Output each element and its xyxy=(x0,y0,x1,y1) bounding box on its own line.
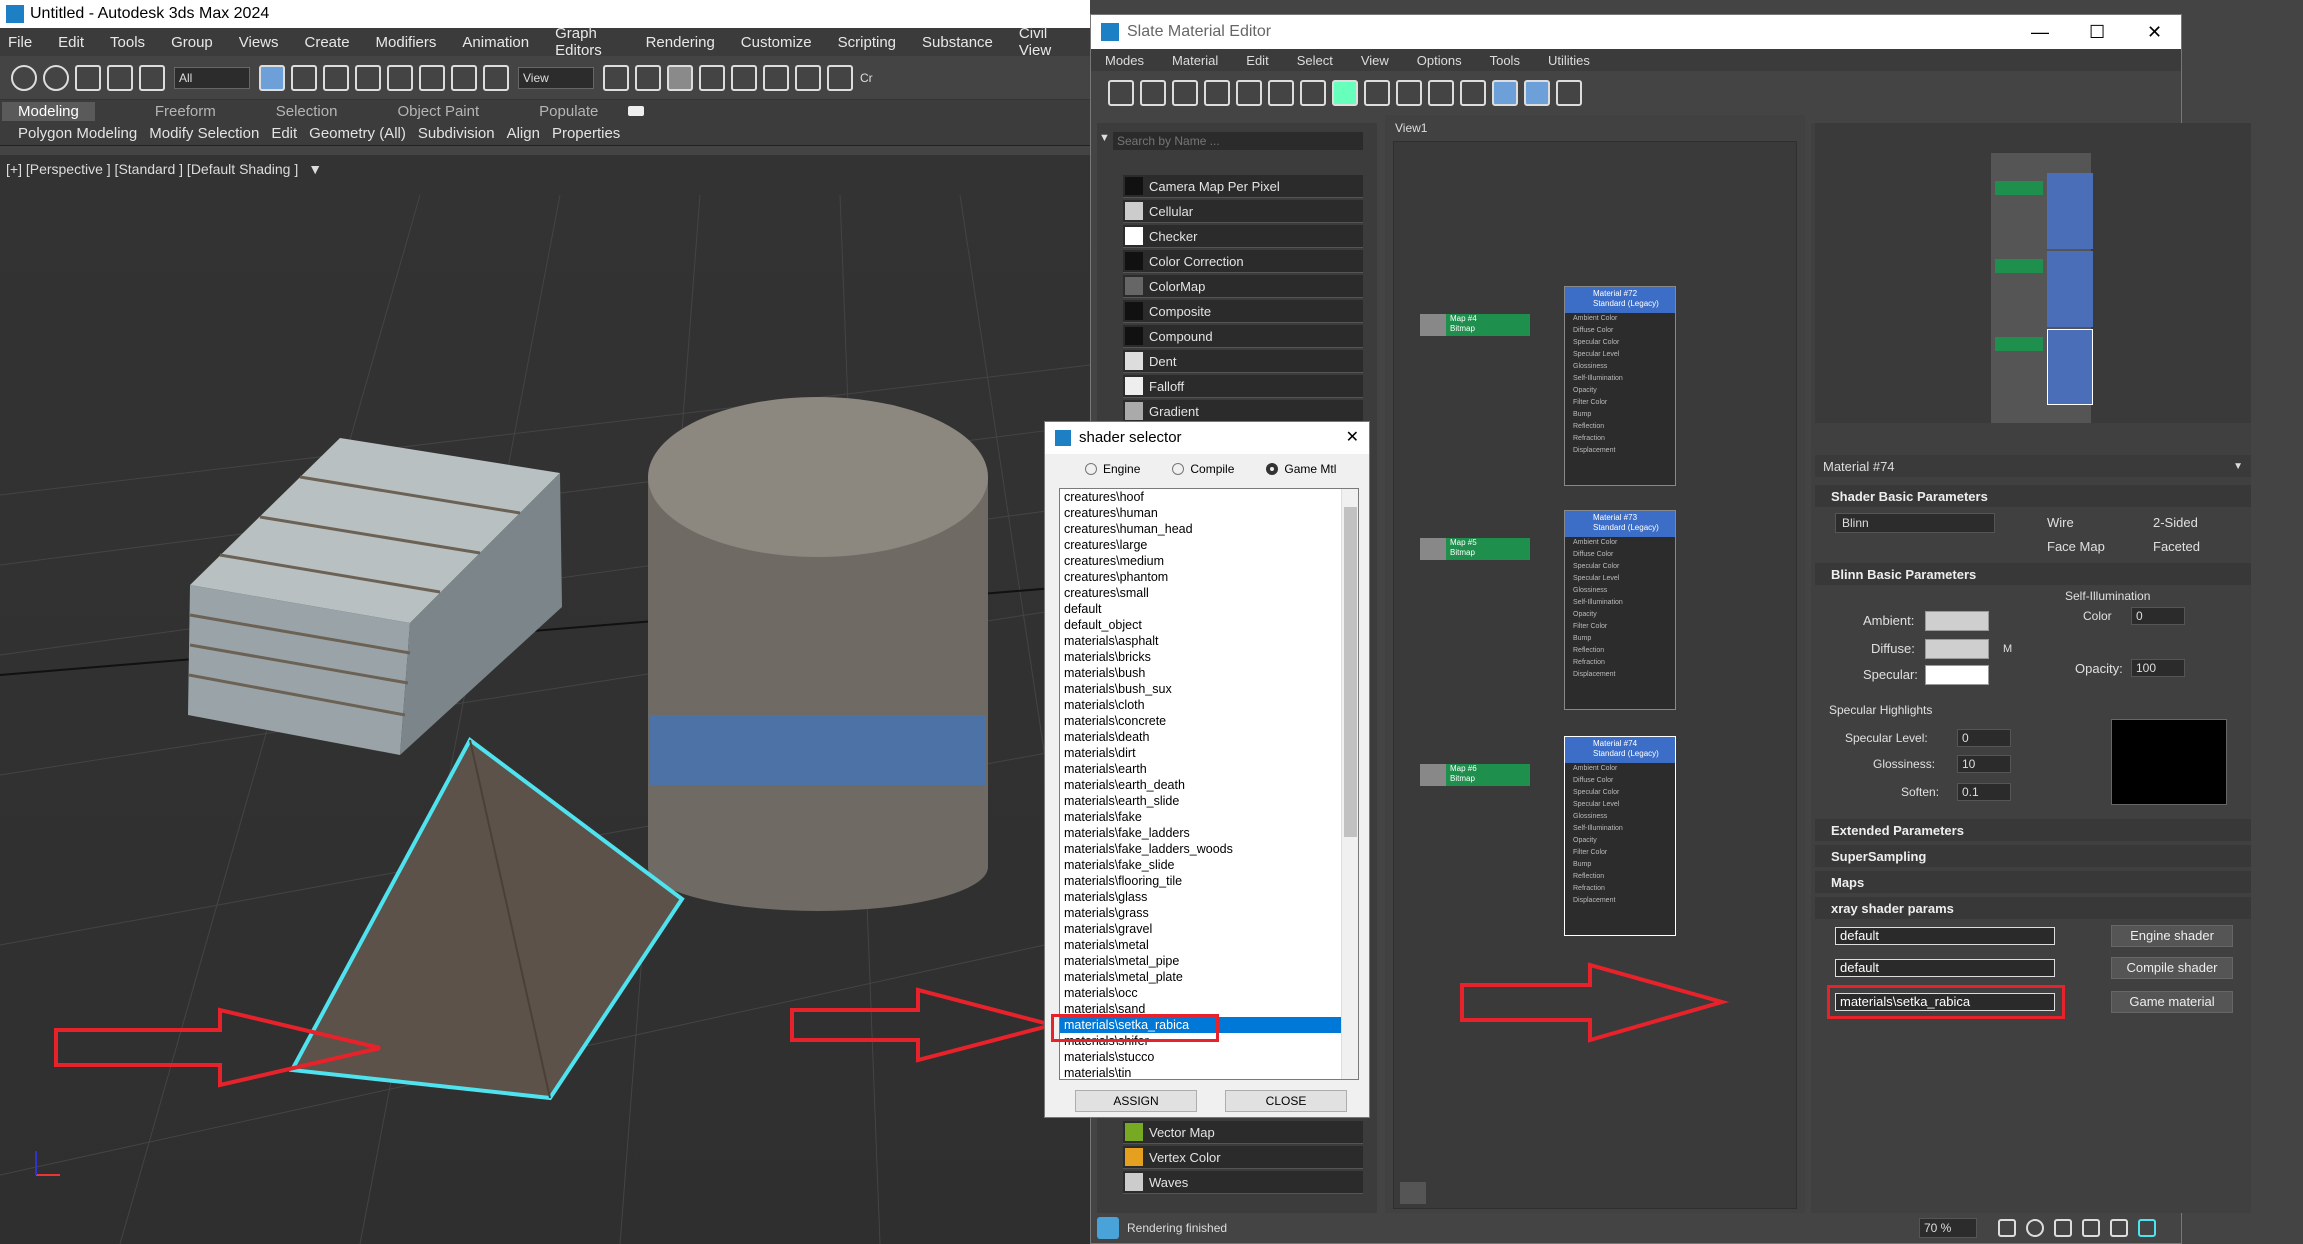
list-item[interactable]: materials\death xyxy=(1060,729,1358,745)
list-item[interactable]: materials\metal_pipe xyxy=(1060,953,1358,969)
list-item[interactable]: materials\tin xyxy=(1060,1065,1358,1079)
list-item[interactable]: default xyxy=(1060,601,1358,617)
radio-game-mtl[interactable] xyxy=(1266,463,1279,475)
list-item[interactable]: materials\earth_slide xyxy=(1060,793,1358,809)
list-item[interactable]: materials\earth_death xyxy=(1060,777,1358,793)
list-item[interactable]: materials\glass xyxy=(1060,889,1358,905)
annotation-arrow xyxy=(790,987,1060,1063)
selection-highlight-box xyxy=(1051,1014,1219,1042)
list-item[interactable]: materials\bush xyxy=(1060,665,1358,681)
dialog-titlebar: shader selector ✕ xyxy=(1045,422,1369,454)
list-scrollbar[interactable] xyxy=(1341,489,1358,1079)
list-item[interactable]: materials\fake xyxy=(1060,809,1358,825)
list-item[interactable]: materials\asphalt xyxy=(1060,633,1358,649)
radio-compile[interactable] xyxy=(1172,463,1185,475)
annotation-arrow xyxy=(1460,962,1730,1043)
dialog-app-icon xyxy=(1055,430,1071,446)
list-item[interactable]: materials\fake_ladders xyxy=(1060,825,1358,841)
list-item[interactable]: creatures\medium xyxy=(1060,553,1358,569)
list-item[interactable]: materials\bricks xyxy=(1060,649,1358,665)
list-item[interactable]: materials\earth xyxy=(1060,761,1358,777)
list-item[interactable]: materials\dirt xyxy=(1060,745,1358,761)
list-item[interactable]: materials\fake_slide xyxy=(1060,857,1358,873)
assign-button[interactable]: ASSIGN xyxy=(1075,1090,1197,1112)
list-item[interactable]: creatures\phantom xyxy=(1060,569,1358,585)
list-item[interactable]: creatures\human_head xyxy=(1060,521,1358,537)
dialog-title: shader selector xyxy=(1079,429,1182,446)
list-item[interactable]: default_object xyxy=(1060,617,1358,633)
mode-radios: Engine Compile Game Mtl xyxy=(1085,462,1336,476)
list-item[interactable]: materials\metal_plate xyxy=(1060,969,1358,985)
list-item[interactable]: creatures\human xyxy=(1060,505,1358,521)
list-item[interactable]: materials\bush_sux xyxy=(1060,681,1358,697)
list-item[interactable]: creatures\hoof xyxy=(1060,489,1358,505)
list-item[interactable]: materials\flooring_tile xyxy=(1060,873,1358,889)
list-item[interactable]: creatures\small xyxy=(1060,585,1358,601)
list-item[interactable]: materials\grass xyxy=(1060,905,1358,921)
list-item[interactable]: creatures\large xyxy=(1060,537,1358,553)
radio-engine[interactable] xyxy=(1085,463,1097,475)
dialog-close-icon[interactable]: ✕ xyxy=(1346,422,1359,454)
list-item[interactable]: materials\concrete xyxy=(1060,713,1358,729)
list-item[interactable]: materials\fake_ladders_woods xyxy=(1060,841,1358,857)
shader-list[interactable]: creatures\hoof creatures\human creatures\h… xyxy=(1059,488,1359,1080)
list-item[interactable]: materials\gravel xyxy=(1060,921,1358,937)
shader-selector-dialog: shader selector ✕ Engine Compile Game Mt… xyxy=(1044,421,1370,1118)
close-button[interactable]: CLOSE xyxy=(1225,1090,1347,1112)
list-item[interactable]: materials\cloth xyxy=(1060,697,1358,713)
list-item[interactable]: materials\metal xyxy=(1060,937,1358,953)
list-item[interactable]: materials\stucco xyxy=(1060,1049,1358,1065)
list-item[interactable]: materials\occ xyxy=(1060,985,1358,1001)
